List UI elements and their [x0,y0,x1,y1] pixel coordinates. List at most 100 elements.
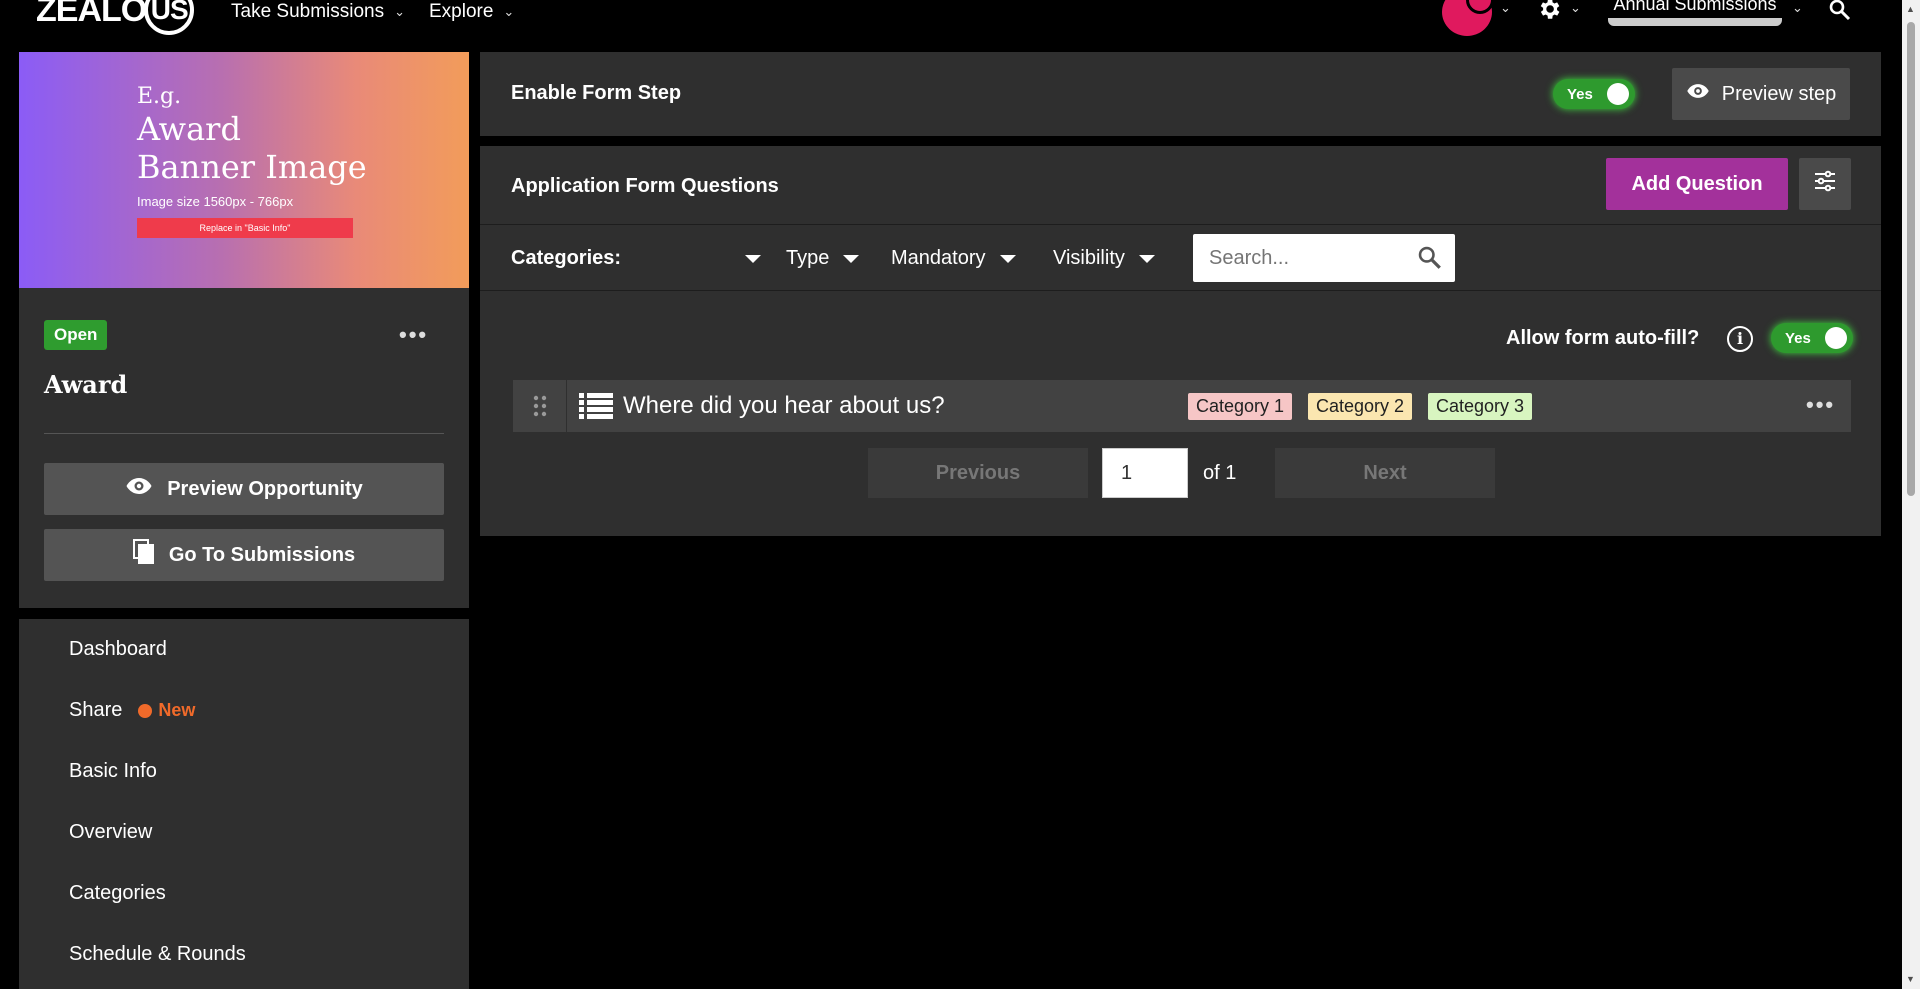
opportunity-card: E.g. Award Banner Image Image size 1560p… [19,52,469,608]
caret-down-icon [999,254,1016,263]
toggle-label: Yes [1785,330,1811,347]
question-search [1193,234,1455,282]
previous-page-button[interactable]: Previous [868,448,1088,498]
settings-chevron-down-icon[interactable]: ⌄ [1570,0,1581,16]
toggle-knob [1607,83,1629,105]
question-more-options-icon[interactable]: ••• [1806,392,1835,418]
scroll-up-icon[interactable]: ▲ [1906,4,1915,14]
documents-icon [132,539,155,571]
new-badge-label: New [158,700,196,720]
banner-line2: Banner Image [137,148,367,186]
sidebar-item-categories[interactable]: Categories [69,882,166,905]
sidebar-item-label: Dashboard [69,638,167,660]
form-step-panel: Enable Form Step Yes Preview step [480,52,1881,136]
banner-eg: E.g. [137,84,182,109]
sidebar-nav: Dashboard Share New Basic Info Overview … [19,619,469,989]
logo-text: ZEALO [36,0,147,29]
zealous-logo[interactable]: ZEALO US [36,0,195,35]
avatar-chevron-down-icon[interactable]: ⌄ [1500,0,1511,16]
user-avatar[interactable] [1442,0,1494,36]
autofill-label: Allow form auto-fill? [1506,327,1700,349]
new-dot-icon [138,703,153,718]
sidebar-item-overview[interactable]: Overview [69,821,152,844]
new-badge: New [138,699,195,722]
add-question-button[interactable]: Add Question [1606,158,1788,210]
category-chip: Category 3 [1428,393,1533,420]
scrollbar-thumb[interactable] [1907,22,1915,496]
category-chip: Category 2 [1308,393,1413,420]
caret-down-icon [1138,254,1155,263]
opportunity-title: Award [44,370,128,399]
preview-step-label: Preview step [1721,82,1837,105]
banner-size: Image size 1560px - 766px [137,194,294,209]
toggle-knob [1825,327,1847,349]
sidebar-item-label: Categories [69,882,166,904]
list-icon [579,392,613,425]
preview-step-button[interactable]: Preview step [1672,68,1850,120]
gear-icon[interactable] [1536,0,1562,29]
type-filter[interactable]: Type [786,247,860,270]
nav-explore-label: Explore [429,1,494,22]
eye-icon [1686,82,1710,106]
eye-icon [125,476,153,502]
banner-image: E.g. Award Banner Image Image size 1560p… [19,52,469,288]
go-to-submissions-button[interactable]: Go To Submissions [44,529,444,581]
visibility-filter-label: Visibility [1053,247,1125,269]
search-icon[interactable] [1828,0,1852,27]
categories-filter[interactable]: Categories: [511,247,761,270]
search-icon[interactable] [1417,245,1443,276]
caret-down-icon [745,254,761,263]
sidebar-item-label: Schedule & Rounds [69,943,246,965]
page-scrollbar[interactable]: ▲ ▼ [1902,0,1920,989]
divider [480,290,1881,291]
nav-explore[interactable]: Explore ⌄ [429,0,514,24]
mandatory-filter[interactable]: Mandatory [891,247,1016,270]
sidebar-item-label: Basic Info [69,760,157,782]
preview-opportunity-button[interactable]: Preview Opportunity [44,463,444,515]
org-chevron-down-icon[interactable]: ⌄ [1792,0,1803,16]
page-count-label: of 1 [1203,462,1237,484]
question-text: Where did you hear about us? [623,392,945,419]
categories-filter-label: Categories: [511,247,622,269]
enable-form-step-toggle[interactable]: Yes [1553,79,1635,109]
sidebar-item-label: Share [69,699,123,721]
status-badge: Open [44,320,108,350]
banner-line1: Award [137,110,241,148]
info-icon[interactable]: i [1727,326,1753,352]
type-filter-label: Type [786,247,830,269]
chevron-down-icon: ⌄ [503,4,515,19]
nav-take-submissions[interactable]: Take Submissions ⌄ [231,0,405,24]
sidebar-item-dashboard[interactable]: Dashboard [69,638,167,661]
caret-down-icon [843,254,860,263]
preview-opportunity-label: Preview Opportunity [167,477,363,500]
divider [480,224,1881,225]
sliders-icon [1813,169,1837,199]
scroll-down-icon[interactable]: ▼ [1906,974,1915,984]
question-row[interactable]: Where did you hear about us? Category 1 … [513,380,1851,432]
page-number-input[interactable]: 1 [1102,448,1188,498]
form-step-title: Enable Form Step [511,82,682,104]
questions-panel-title: Application Form Questions [511,175,779,197]
logo-circle: US [144,0,195,35]
sidebar-item-basic-info[interactable]: Basic Info [69,760,157,783]
top-navigation-bar: ZEALO US Take Submissions ⌄ Explore ⌄ ⌄ … [0,0,1900,50]
mandatory-filter-label: Mandatory [891,247,986,269]
banner-replace-note: Replace in "Basic Info" [137,218,353,238]
org-selector[interactable]: Annual Submissions [1608,0,1782,26]
settings-sliders-button[interactable] [1799,158,1851,210]
search-input[interactable] [1209,246,1409,270]
visibility-filter[interactable]: Visibility [1053,247,1155,270]
category-chip: Category 1 [1188,393,1293,420]
divider [44,433,444,434]
nav-take-submissions-label: Take Submissions [231,1,385,22]
sidebar-item-schedule-rounds[interactable]: Schedule & Rounds [69,943,246,966]
drag-handle-icon[interactable] [513,380,567,432]
autofill-toggle[interactable]: Yes [1771,323,1853,353]
next-page-button[interactable]: Next [1275,448,1495,498]
sidebar-item-label: Overview [69,821,153,843]
sidebar-item-share[interactable]: Share New [69,699,195,722]
go-to-submissions-label: Go To Submissions [168,543,356,566]
toggle-label: Yes [1567,86,1593,103]
chevron-down-icon: ⌄ [394,4,406,19]
more-options-icon[interactable]: ••• [399,322,428,348]
